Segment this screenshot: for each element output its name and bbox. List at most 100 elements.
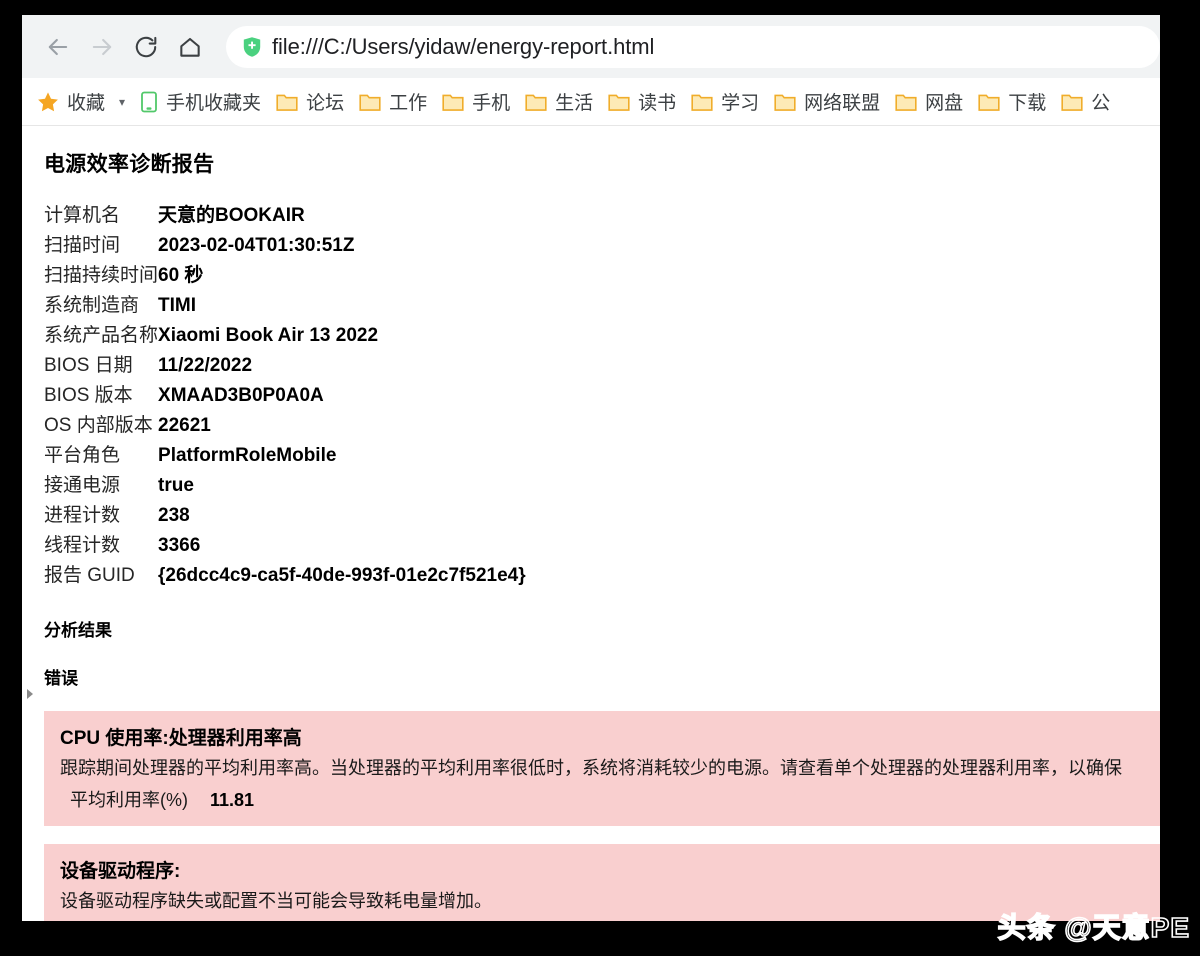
table-row: 系统产品名称 Xiaomi Book Air 13 2022 <box>44 324 526 354</box>
star-icon <box>36 90 60 114</box>
bookmark-folder-cloud-drive[interactable]: 网盘 <box>894 88 963 115</box>
browser-window: file:///C:/Users/yidaw/energy-report.htm… <box>22 15 1160 921</box>
detail-label: 设备名 <box>70 920 146 921</box>
bookmark-folder-phone[interactable]: 手机 <box>441 88 510 115</box>
bookmark-label: 公 <box>1091 93 1111 114</box>
info-value: PlatformRoleMobile <box>158 445 337 466</box>
info-value: 11/22/2022 <box>158 355 253 376</box>
info-value: 238 <box>158 505 190 526</box>
energy-report-document: 电源效率诊断报告 计算机名 天意的BOOKAIR 扫描时间 2023-02-04… <box>22 126 1160 921</box>
analysis-results-heading: 分析结果 <box>44 621 112 640</box>
error-detail-table: 平均利用率(%) 11.81 <box>70 787 254 813</box>
folder-icon <box>1060 91 1084 113</box>
reload-icon <box>133 34 159 60</box>
bookmark-folder-study[interactable]: 学习 <box>690 88 759 115</box>
detail-value: 11.81 <box>210 790 255 810</box>
detail-value: Virtual Display <box>146 920 271 921</box>
folder-icon <box>524 91 548 113</box>
info-value: true <box>158 475 194 496</box>
omnibox[interactable]: file:///C:/Users/yidaw/energy-report.htm… <box>226 25 1160 68</box>
info-label: 接通电源 <box>44 475 121 496</box>
bookmark-label: 学习 <box>721 93 760 114</box>
back-button[interactable] <box>36 25 80 69</box>
bookmark-label: 手机收藏夹 <box>166 93 262 114</box>
folder-icon <box>773 91 797 113</box>
info-label: 系统产品名称 <box>44 325 159 346</box>
bookmark-item-favorites[interactable]: 收藏 <box>36 88 105 115</box>
browser-toolbar: file:///C:/Users/yidaw/energy-report.htm… <box>22 15 1160 78</box>
info-value: 3366 <box>158 535 201 556</box>
table-row: 报告 GUID {26dcc4c9-ca5f-40de-993f-01e2c7f… <box>44 564 526 594</box>
info-value: XMAAD3B0P0A0A <box>158 385 324 406</box>
bookmark-folder-downloads[interactable]: 下载 <box>977 88 1046 115</box>
bookmark-label: 下载 <box>1008 93 1047 114</box>
info-label: BIOS 版本 <box>44 385 133 406</box>
folder-icon <box>690 91 714 113</box>
reload-button[interactable] <box>124 25 168 69</box>
info-value: 天意的BOOKAIR <box>158 205 305 226</box>
folder-icon <box>894 91 918 113</box>
bookmark-label: 论坛 <box>306 93 345 114</box>
phone-icon <box>139 90 159 114</box>
system-info-table: 计算机名 天意的BOOKAIR 扫描时间 2023-02-04T01:30:51… <box>44 204 526 594</box>
bookmark-folder-life[interactable]: 生活 <box>524 88 593 115</box>
chevron-down-icon[interactable]: ▾ <box>119 95 125 109</box>
bookmark-item-mobile-favorites[interactable]: 手机收藏夹 <box>139 88 261 115</box>
folder-icon <box>607 91 631 113</box>
error-title: CPU 使用率:处理器利用率高 <box>60 728 302 749</box>
info-label: 线程计数 <box>44 535 121 556</box>
bookmark-folder-forum[interactable]: 论坛 <box>275 88 344 115</box>
bookmark-label: 读书 <box>638 93 677 114</box>
table-row: 扫描持续时间 60 秒 <box>44 264 526 294</box>
bookmark-folder-public[interactable]: 公 <box>1060 88 1110 115</box>
table-row: BIOS 日期 11/22/2022 <box>44 354 526 384</box>
bookmark-folder-work[interactable]: 工作 <box>358 88 427 115</box>
folder-icon <box>358 91 382 113</box>
table-row: 线程计数 3366 <box>44 534 526 564</box>
info-value: 60 秒 <box>158 265 204 286</box>
info-label: 系统制造商 <box>44 295 140 316</box>
error-card-device-driver: 设备驱动程序: 设备驱动程序缺失或配置不当可能会导致耗电量增加。 设备名 Vir… <box>44 844 1160 921</box>
table-row: OS 内部版本 22621 <box>44 414 526 444</box>
info-value: TIMI <box>158 295 197 316</box>
error-description: 跟踪期间处理器的平均利用率高。当处理器的平均利用率很低时，系统将消耗较少的电源。… <box>60 758 1122 778</box>
info-label: 扫描时间 <box>44 235 121 256</box>
bookmarks-bar: 收藏 ▾ 手机收藏夹 论坛 工作 手机 生活 读书 学习 网络联盟 网盘 下载 … <box>22 78 1160 126</box>
page-title: 电源效率诊断报告 <box>44 153 215 176</box>
info-label: 平台角色 <box>44 445 121 466</box>
home-button[interactable] <box>168 25 212 69</box>
table-row: 设备名 Virtual Display <box>70 920 271 921</box>
forward-button[interactable] <box>80 25 124 69</box>
table-row: 平均利用率(%) 11.81 <box>70 787 254 813</box>
bookmark-label: 收藏 <box>67 93 106 114</box>
info-label: 扫描持续时间 <box>44 265 159 286</box>
folder-icon <box>977 91 1001 113</box>
bookmark-folder-network-alliance[interactable]: 网络联盟 <box>773 88 880 115</box>
bookmark-label: 工作 <box>389 93 428 114</box>
url-text[interactable]: file:///C:/Users/yidaw/energy-report.htm… <box>272 34 654 60</box>
info-label: 计算机名 <box>44 205 121 226</box>
folder-icon <box>275 91 299 113</box>
arrow-right-icon <box>88 33 116 61</box>
bookmark-folder-reading[interactable]: 读书 <box>607 88 676 115</box>
info-label: BIOS 日期 <box>44 355 133 376</box>
info-value: {26dcc4c9-ca5f-40de-993f-01e2c7f521e4} <box>158 565 526 586</box>
table-row: 进程计数 238 <box>44 504 526 534</box>
folder-icon <box>441 91 465 113</box>
table-row: 平台角色 PlatformRoleMobile <box>44 444 526 474</box>
bookmark-label: 网络联盟 <box>804 93 881 114</box>
error-card-cpu-utilization: CPU 使用率:处理器利用率高 跟踪期间处理器的平均利用率高。当处理器的平均利用… <box>44 711 1160 826</box>
shield-check-icon[interactable] <box>242 36 262 58</box>
info-value: Xiaomi Book Air 13 2022 <box>158 325 379 346</box>
errors-heading: 错误 <box>44 669 78 688</box>
error-description: 设备驱动程序缺失或配置不当可能会导致耗电量增加。 <box>60 891 492 911</box>
table-row: BIOS 版本 XMAAD3B0P0A0A <box>44 384 526 414</box>
error-detail-table: 设备名 Virtual Display <box>70 920 271 921</box>
table-row: 接通电源 true <box>44 474 526 504</box>
info-value: 2023-02-04T01:30:51Z <box>158 235 355 256</box>
info-label: 进程计数 <box>44 505 121 526</box>
bookmark-label: 生活 <box>555 93 594 114</box>
table-row: 计算机名 天意的BOOKAIR <box>44 204 526 234</box>
bookmark-label: 手机 <box>472 93 511 114</box>
table-row: 扫描时间 2023-02-04T01:30:51Z <box>44 234 526 264</box>
